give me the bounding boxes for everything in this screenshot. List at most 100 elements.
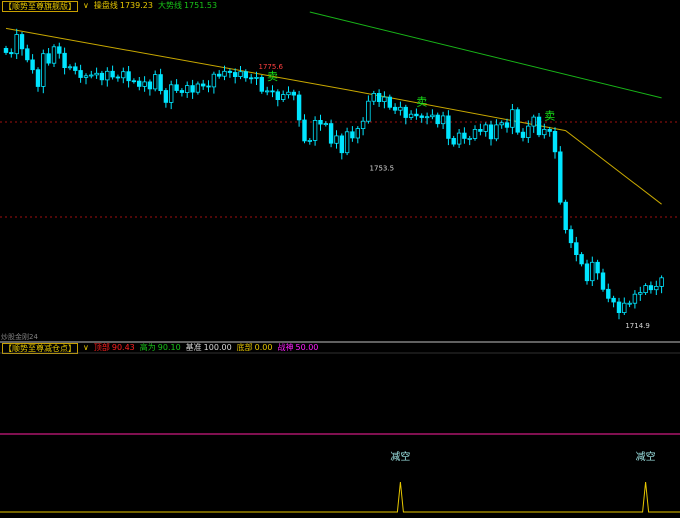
candle-down — [110, 70, 115, 78]
trend-line — [309, 11, 662, 99]
candle-up — [440, 115, 446, 125]
candle-down — [606, 288, 611, 299]
candle-up — [238, 71, 243, 77]
candle-down — [648, 285, 654, 291]
candle-down — [536, 116, 542, 136]
candle-up — [483, 124, 488, 132]
candle-up — [408, 113, 414, 118]
candle-up — [344, 131, 350, 154]
candle-up — [360, 120, 366, 129]
candle-down — [275, 91, 280, 101]
candle-up — [280, 94, 286, 100]
low-price-label: 1753.5 — [370, 164, 395, 172]
candle-down — [200, 83, 206, 87]
candle-down — [296, 94, 302, 121]
candle-down — [611, 297, 616, 303]
high-price-label: 1775.6 — [259, 63, 284, 71]
candle-down — [339, 135, 344, 154]
candle-up — [307, 139, 312, 142]
candle-down — [78, 70, 83, 78]
bottom-signal-line — [0, 481, 680, 513]
candle-up — [83, 75, 89, 78]
candle-up — [430, 114, 435, 118]
candle-up — [531, 116, 536, 127]
candle-down — [584, 263, 590, 282]
candle-down — [414, 113, 419, 117]
candle-down — [227, 70, 233, 73]
candle-down — [451, 137, 456, 145]
candle-down — [99, 72, 105, 81]
candle-down — [25, 48, 30, 61]
candle-down — [291, 91, 296, 96]
candle-up — [41, 53, 46, 87]
candle-up — [499, 122, 504, 126]
candle-down — [478, 128, 483, 132]
candle-up — [142, 81, 147, 87]
candle-down — [616, 301, 622, 314]
candle-down — [552, 130, 558, 153]
candle-up — [643, 285, 648, 294]
candle-up — [89, 74, 94, 77]
sell-signal-label: 卖 — [544, 109, 555, 122]
candle-up — [526, 125, 531, 138]
candle-down — [19, 34, 25, 50]
candle-up — [323, 123, 328, 125]
reduce-short-label: 减空 — [636, 450, 656, 463]
candle-down — [131, 80, 137, 83]
sell-signal-label: 卖 — [267, 70, 278, 83]
candle-up — [121, 71, 126, 79]
candle-down — [403, 106, 408, 118]
chart-canvas[interactable]: 卖卖卖1775.61753.51714.9减空 减空 — [0, 0, 680, 518]
candle-up — [542, 128, 547, 136]
candle-down — [350, 131, 355, 139]
candle-down — [462, 132, 467, 139]
candle-down — [488, 124, 494, 140]
candle-down — [163, 90, 169, 103]
candle-down — [520, 131, 526, 138]
candle-down — [62, 52, 67, 68]
candle-down — [579, 254, 584, 265]
candle-down — [179, 90, 185, 93]
candle-up — [366, 100, 371, 122]
candle-up — [456, 132, 462, 145]
candle-up — [168, 84, 174, 103]
candle-down — [504, 122, 510, 128]
candle-up — [51, 46, 57, 64]
candle-down — [376, 93, 382, 103]
candle-up — [355, 128, 360, 139]
candle-up — [382, 96, 387, 102]
candle-up — [472, 128, 478, 139]
operating-line — [5, 27, 662, 205]
candle-down — [174, 84, 179, 91]
candle-down — [328, 123, 334, 144]
candle-up — [371, 93, 376, 102]
candle-up — [334, 135, 339, 144]
candle-down — [206, 85, 211, 88]
candle-down — [147, 81, 153, 90]
candle-up — [654, 285, 659, 291]
candle-up — [254, 77, 259, 79]
candle-up — [398, 106, 403, 111]
candle-up — [184, 85, 190, 93]
candle-down — [515, 109, 520, 133]
low-price-label: 1714.9 — [625, 322, 650, 330]
candle-up — [659, 277, 664, 287]
candle-up — [590, 261, 595, 282]
candle-down — [270, 90, 275, 93]
candle-down — [600, 272, 606, 290]
candle-down — [126, 71, 131, 82]
candle-down — [435, 114, 440, 125]
candle-down — [73, 66, 78, 71]
candle-down — [547, 128, 552, 132]
candle-down — [248, 77, 254, 80]
candle-up — [195, 83, 201, 93]
candle-down — [387, 96, 392, 108]
candle-down — [9, 52, 14, 55]
candle-up — [14, 34, 19, 55]
candle-down — [190, 85, 195, 93]
candle-down — [392, 106, 398, 111]
candle-down — [57, 46, 62, 54]
candle-down — [30, 59, 35, 71]
candle-up — [286, 91, 291, 96]
candle-up — [632, 293, 638, 304]
